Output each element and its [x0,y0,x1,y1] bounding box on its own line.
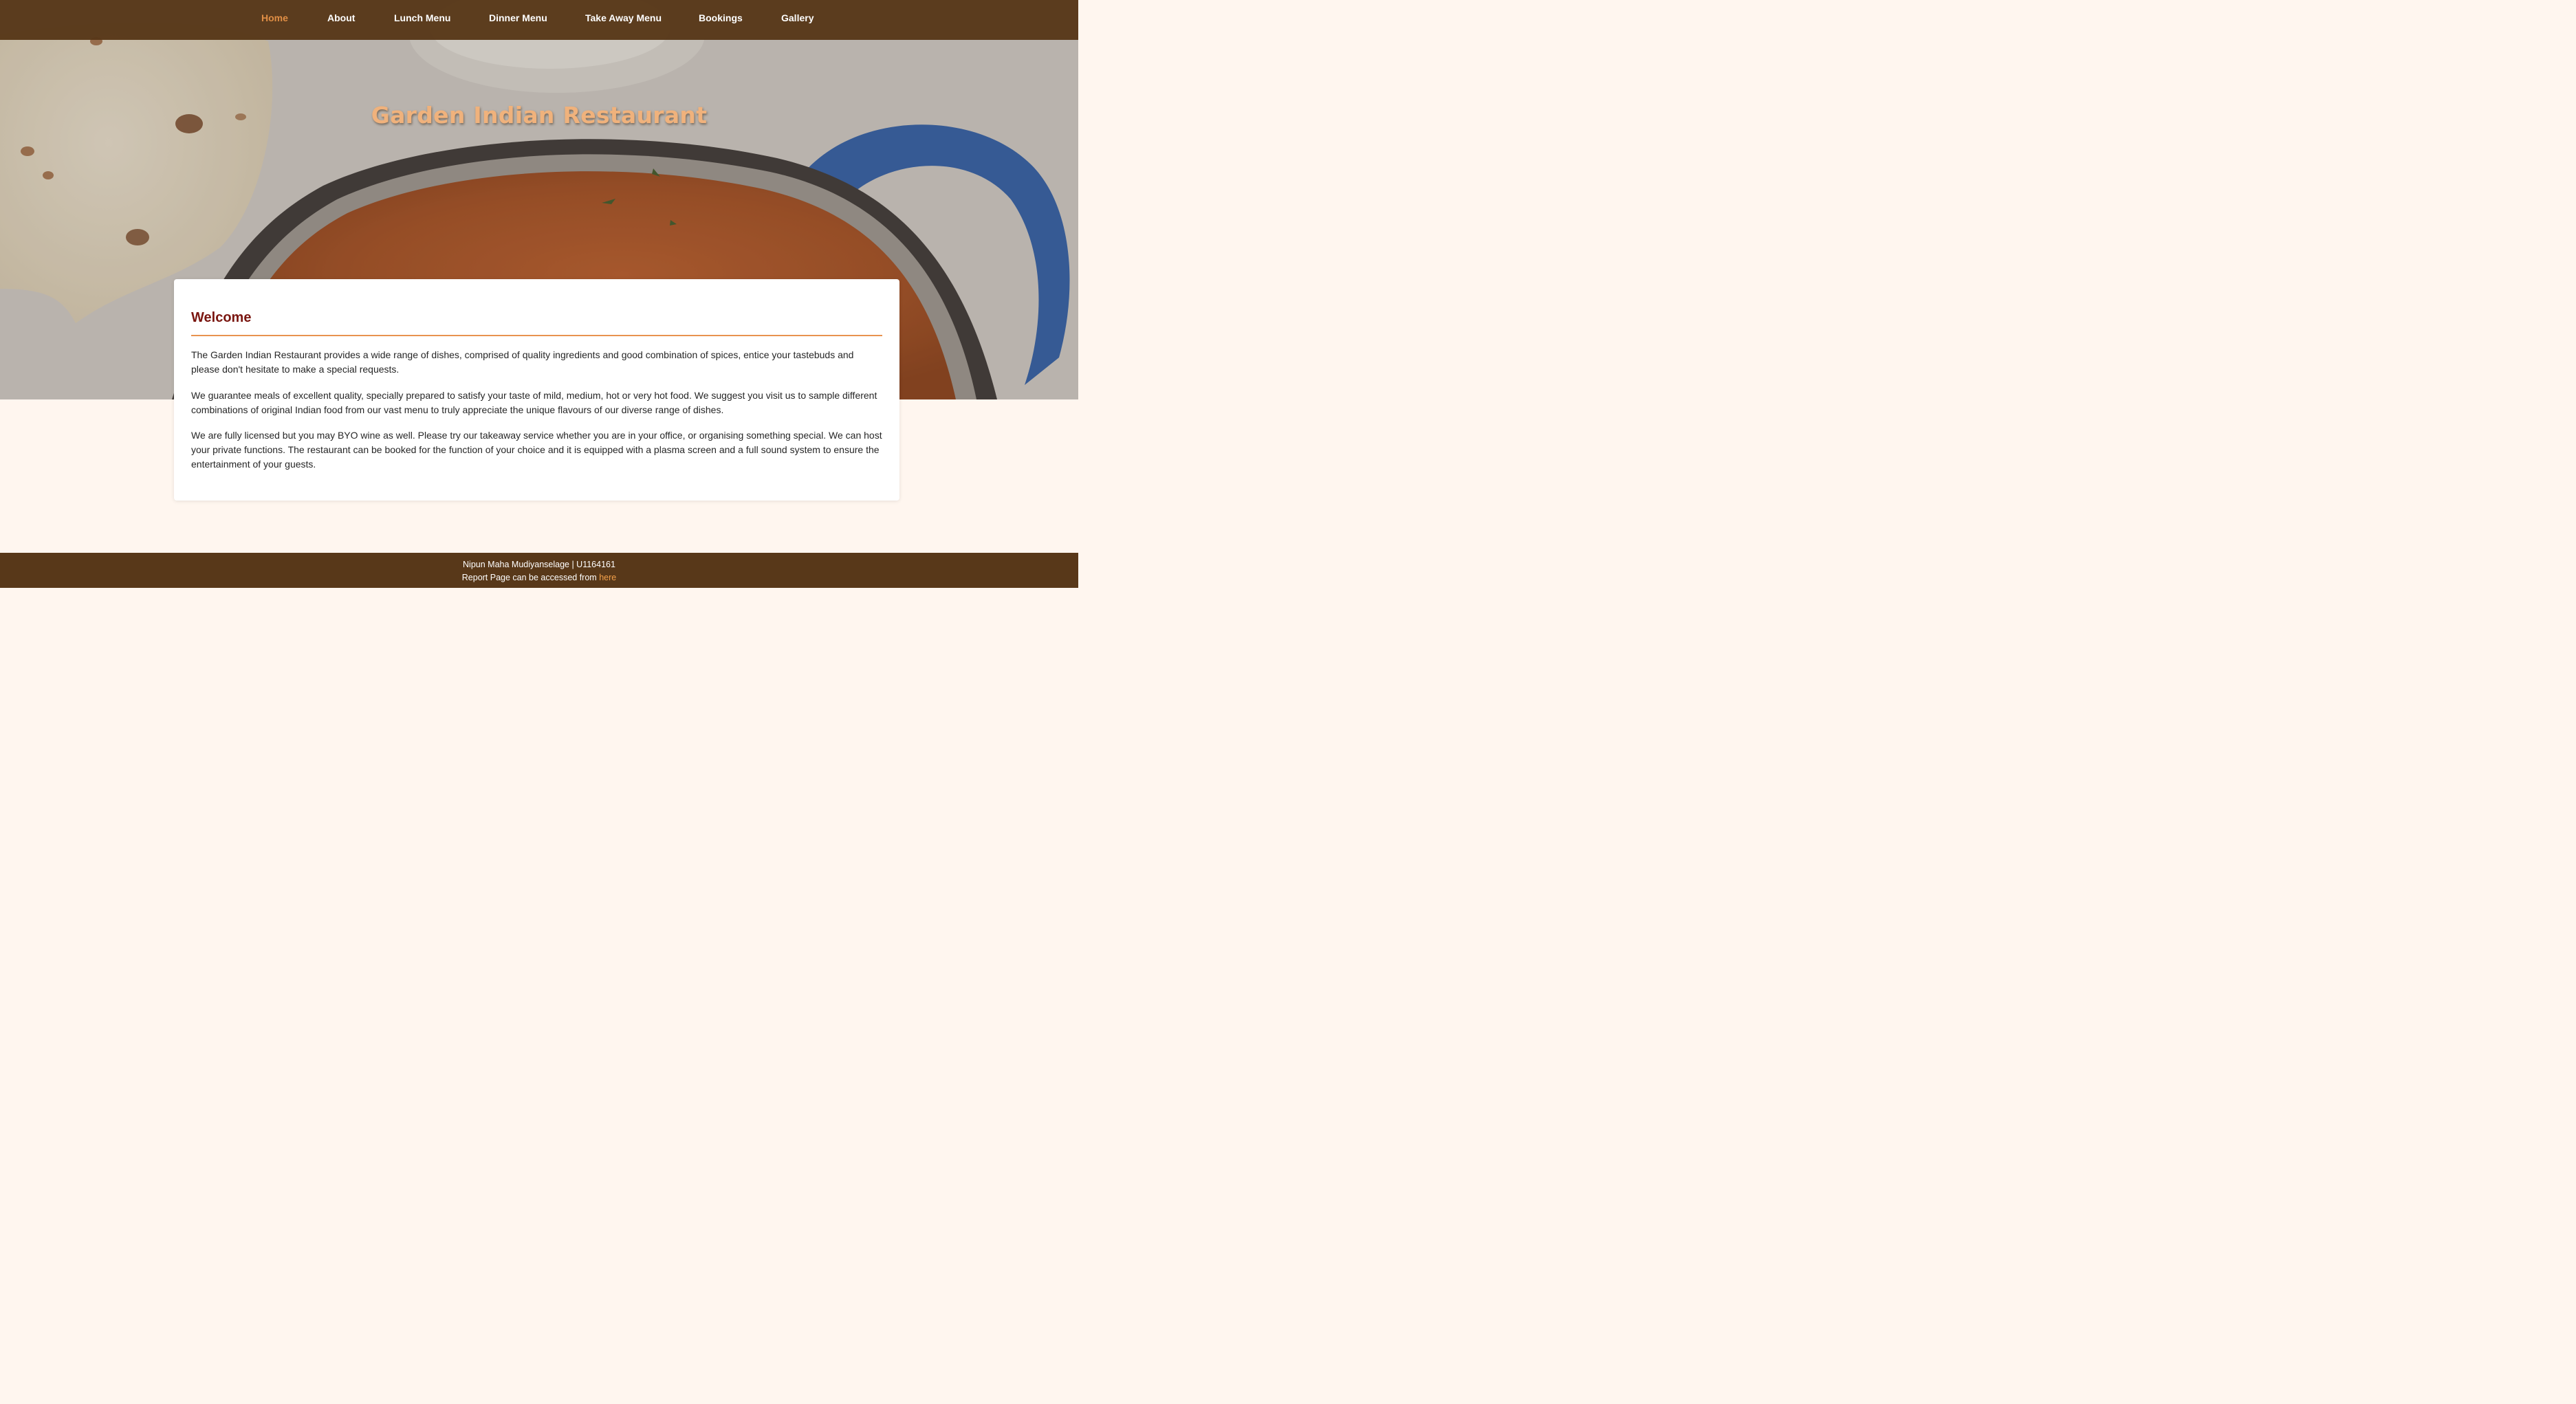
nav-about[interactable]: About [327,0,355,40]
nav-home[interactable]: Home [261,0,288,40]
nav-gallery[interactable]: Gallery [781,0,814,40]
welcome-paragraph-3: We are fully licensed but you may BYO wi… [191,430,882,470]
footer-report-text: Report Page can be accessed from [461,573,600,582]
nav-bookings[interactable]: Bookings [699,0,743,40]
heading-divider [191,335,882,336]
footer-report-link[interactable]: here [599,573,616,582]
footer-credit: Nipun Maha Mudiyanselage | U1164161 [463,560,615,569]
nav-lunch-menu[interactable]: Lunch Menu [394,0,450,40]
welcome-paragraph-2: We guarantee meals of excellent quality,… [191,390,877,415]
top-nav-bar: Home About Lunch Menu Dinner Menu Take A… [0,0,1078,40]
nav-take-away-menu[interactable]: Take Away Menu [585,0,662,40]
nav-dinner-menu[interactable]: Dinner Menu [489,0,547,40]
footer: Nipun Maha Mudiyanselage | U1164161 Repo… [0,553,1078,588]
welcome-heading: Welcome [191,310,252,325]
footer-report-line: Report Page can be accessed from here [0,573,1078,582]
welcome-paragraph-1: The Garden Indian Restaurant provides a … [191,349,854,375]
site-title: Garden Indian Restaurant [371,102,708,129]
welcome-card: Welcome The Garden Indian Restaurant pro… [174,279,899,501]
